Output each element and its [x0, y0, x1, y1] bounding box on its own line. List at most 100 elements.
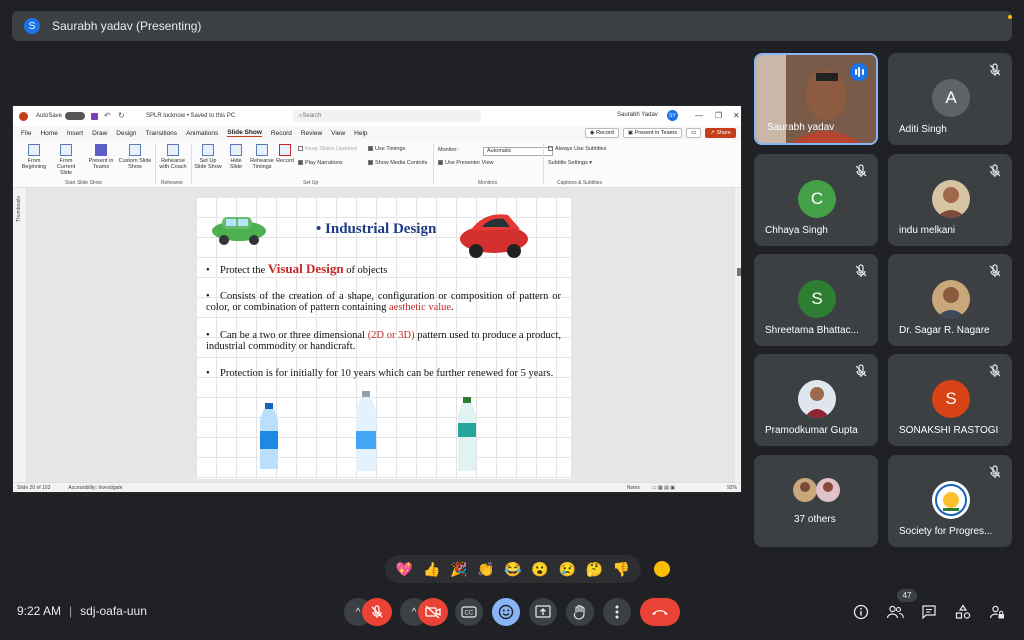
meeting-details-button[interactable] — [851, 602, 871, 622]
teams-icon: ▣ — [627, 130, 635, 136]
others-tile[interactable]: 37 others — [754, 455, 878, 547]
show-media-checkbox[interactable]: Show Media Controls — [368, 160, 427, 166]
reaction-heart[interactable]: 💖 — [396, 561, 413, 578]
view-buttons[interactable]: ▭ ▦ ▤ ▣ — [652, 485, 675, 491]
menu-view[interactable]: View — [331, 130, 345, 137]
thumbnails-pane[interactable]: Thumbnails — [13, 188, 27, 484]
activities-button[interactable] — [953, 602, 973, 622]
captions-button[interactable]: CC — [455, 598, 483, 626]
reaction-surprised[interactable]: 😮 — [531, 561, 548, 578]
mic-toggle-button[interactable] — [362, 598, 392, 626]
account-name[interactable]: Saurabh Yadav — [617, 112, 658, 118]
present-in-teams-button[interactable]: ▣ Present in Teams — [622, 128, 682, 138]
mic-off-icon — [989, 264, 1001, 277]
menu-slide-show[interactable]: Slide Show — [227, 129, 262, 137]
document-title[interactable]: SPLR lucknow • Saved to this PC — [146, 113, 235, 119]
menu-review[interactable]: Review — [301, 130, 322, 137]
redo-icon[interactable]: ↻ — [118, 112, 126, 120]
from-current-button[interactable]: From Current Slide — [51, 144, 81, 176]
participant-tile[interactable]: A Aditi Singh — [888, 53, 1012, 145]
present-screen-button[interactable] — [529, 598, 557, 626]
chat-button[interactable] — [919, 602, 939, 622]
subtitle-settings-dropdown[interactable]: Subtitle Settings ▾ — [548, 160, 592, 166]
mic-off-icon — [855, 264, 867, 277]
people-icon — [886, 605, 904, 619]
reaction-thumbs-down[interactable]: 👎 — [613, 561, 630, 578]
hide-slide-button[interactable]: Hide Slide — [225, 144, 247, 170]
menu-animations[interactable]: Animations — [186, 130, 218, 137]
captions-icon: CC — [461, 606, 477, 618]
close-icon[interactable]: ✕ — [733, 111, 740, 120]
autosave-toggle[interactable] — [65, 112, 86, 120]
participant-tile[interactable]: Pramodkumar Gupta — [754, 354, 878, 446]
mic-off-icon — [371, 605, 383, 618]
skin-tone-selector[interactable] — [654, 561, 670, 577]
menu-draw[interactable]: Draw — [92, 130, 107, 137]
notes-button[interactable]: Notes — [627, 485, 640, 491]
slide-scrollbar[interactable] — [735, 188, 741, 484]
account-avatar[interactable]: SY — [667, 110, 678, 121]
keep-updated-checkbox[interactable]: Keep Slides Updated — [298, 146, 357, 152]
undo-icon[interactable]: ↶ — [104, 112, 112, 120]
use-timings-checkbox[interactable]: Use Timings — [368, 146, 405, 152]
scrollbar-thumb[interactable] — [737, 268, 741, 276]
menu-home[interactable]: Home — [40, 130, 57, 137]
zoom-level[interactable]: 92% — [727, 485, 737, 491]
participant-tile[interactable]: indu melkani — [888, 154, 1012, 246]
more-options-button[interactable] — [603, 598, 631, 626]
play-narrations-checkbox[interactable]: Play Narrations — [298, 160, 343, 166]
participant-tile[interactable]: C Chhaya Singh — [754, 154, 878, 246]
rehearse-timings-button[interactable]: Rehearse Timings — [249, 144, 275, 170]
presenter-view-checkbox[interactable]: Use Presenter View — [438, 160, 494, 166]
meeting-time: 9:22 AM — [17, 604, 62, 618]
search-input[interactable]: ⌕ Search — [293, 110, 481, 122]
raise-hand-button[interactable] — [566, 598, 594, 626]
reaction-thinking[interactable]: 🤔 — [586, 561, 603, 578]
host-controls-button[interactable] — [987, 602, 1007, 622]
custom-show-button[interactable]: Custom Slide Show — [117, 144, 153, 170]
group-captions: Captions & Subtitles — [557, 180, 603, 186]
camera-toggle-button[interactable] — [418, 598, 448, 626]
participant-tile[interactable]: Dr. Sagar R. Nagare — [888, 254, 1012, 346]
reactions-button[interactable] — [492, 598, 520, 626]
current-slide: • Industrial Design • Protect the Visual … — [196, 197, 571, 479]
menu-design[interactable]: Design — [116, 130, 136, 137]
save-icon[interactable] — [91, 112, 99, 120]
rehearse-coach-button[interactable]: Rehearse with Coach — [157, 144, 189, 170]
from-beginning-button[interactable]: From Beginning — [19, 144, 49, 170]
menu-help[interactable]: Help — [354, 130, 367, 137]
accessibility-status[interactable]: Accessibility: Investigate — [68, 485, 122, 491]
people-button[interactable] — [885, 602, 905, 622]
menu-file[interactable]: File — [21, 130, 31, 137]
record-button[interactable]: ◉ Record — [584, 128, 619, 138]
participant-photo — [798, 380, 836, 418]
custom-show-icon — [129, 144, 141, 156]
participant-avatar: S — [798, 280, 836, 318]
participant-tile[interactable]: Society for Progres... — [888, 455, 1012, 547]
minimize-icon[interactable]: — — [695, 111, 703, 120]
participant-tile[interactable]: Saurabh yadav — [754, 53, 878, 145]
always-subtitles-checkbox[interactable]: Always Use Subtitles — [548, 146, 606, 152]
restore-icon[interactable]: ❐ — [715, 111, 722, 120]
share-button[interactable]: ↗ Share — [705, 128, 736, 138]
comments-button[interactable]: ▭ — [685, 128, 702, 138]
ribbon-record-button[interactable]: Record — [275, 144, 295, 164]
reaction-thumbs-up[interactable]: 👍 — [423, 561, 440, 578]
leave-call-button[interactable] — [640, 598, 680, 626]
present-teams-ribbon-button[interactable]: Present in Teams — [87, 144, 115, 170]
svg-text:CC: CC — [465, 611, 474, 617]
autosave-label: AutoSave — [36, 113, 63, 119]
end-call-icon — [652, 610, 668, 615]
menu-insert[interactable]: Insert — [67, 130, 83, 137]
reaction-party[interactable]: 🎉 — [450, 561, 467, 578]
reaction-clap[interactable]: 👏 — [477, 561, 494, 578]
participant-tile[interactable]: S SONAKSHI RASTOGI — [888, 354, 1012, 446]
reaction-laugh[interactable]: 😂 — [504, 561, 521, 578]
reaction-sad[interactable]: 😢 — [558, 561, 575, 578]
hide-slide-icon — [230, 144, 242, 156]
menu-transitions[interactable]: Transitions — [146, 130, 178, 137]
participant-tile[interactable]: S Shreetama Bhattac... — [754, 254, 878, 346]
participant-name: Dr. Sagar R. Nagare — [899, 325, 990, 336]
menu-record[interactable]: Record — [271, 130, 292, 137]
setup-show-button[interactable]: Set Up Slide Show — [193, 144, 223, 170]
